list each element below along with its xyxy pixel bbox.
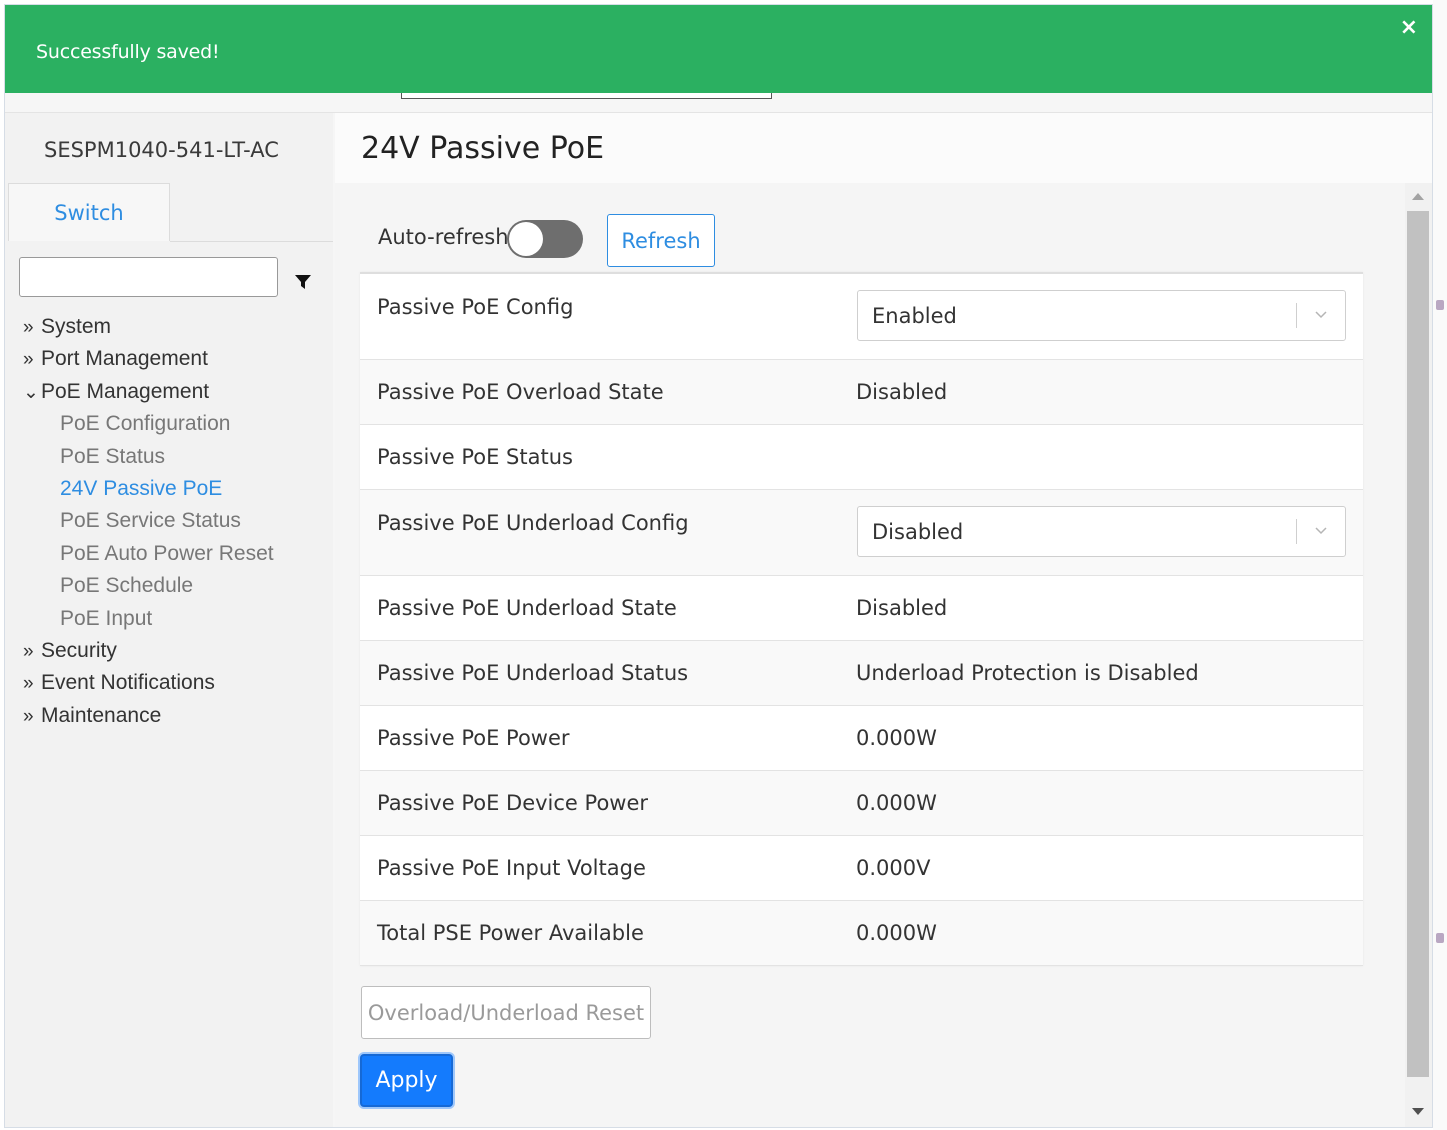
double-chevron-right-icon: » bbox=[23, 705, 34, 727]
filter-input[interactable] bbox=[19, 257, 278, 297]
sidebar-item-label: System bbox=[41, 315, 112, 338]
tab-divider bbox=[170, 241, 333, 242]
row-value: Disabled bbox=[856, 596, 948, 620]
row-label: Passive PoE Underload State bbox=[377, 596, 677, 620]
sidebar-item-24v-passive-poe[interactable]: 24V Passive PoE bbox=[23, 473, 274, 505]
table-row: Passive PoE Device Power 0.000W bbox=[360, 771, 1363, 836]
select-dropdown[interactable]: Disabled bbox=[857, 506, 1346, 557]
double-chevron-right-icon: » bbox=[23, 317, 34, 338]
sidebar-item-system[interactable]: » System bbox=[23, 311, 274, 343]
double-chevron-right-icon: » bbox=[23, 673, 34, 695]
success-toast: Successfully saved! × bbox=[5, 5, 1432, 93]
sidebar-item-poe-auto-power-reset[interactable]: PoE Auto Power Reset bbox=[23, 538, 274, 570]
sidebar-item-label: PoE Configuration bbox=[60, 412, 231, 436]
main-content: Auto-refresh Refresh Passive PoE Config E… bbox=[335, 183, 1405, 1127]
table-row: Passive PoE Status bbox=[360, 425, 1363, 490]
row-value: Underload Protection is Disabled bbox=[856, 661, 1199, 685]
sidebar-item-label: PoE Input bbox=[60, 606, 153, 630]
select-value: Enabled bbox=[872, 304, 957, 328]
apply-button[interactable]: Apply bbox=[360, 1054, 453, 1107]
table-row: Passive PoE Underload Config Disabled bbox=[360, 490, 1363, 576]
table-row: Total PSE Power Available 0.000W bbox=[360, 901, 1363, 966]
main-header: 24V Passive PoE bbox=[335, 113, 1432, 183]
sidebar-item-label: Security bbox=[41, 638, 117, 662]
row-label: Passive PoE Overload State bbox=[377, 380, 664, 404]
sidebar-item-label: PoE Auto Power Reset bbox=[60, 541, 274, 565]
toggle-knob bbox=[509, 222, 543, 256]
chevron-down-icon bbox=[1315, 527, 1327, 535]
toast-message: Successfully saved! bbox=[36, 41, 220, 63]
sidebar-item-label: 24V Passive PoE bbox=[60, 476, 223, 500]
tab-switch[interactable]: Switch bbox=[8, 183, 170, 241]
scroll-up-arrow-icon[interactable] bbox=[1412, 193, 1424, 200]
sidebar: SESPM1040-541-LT-AC Switch » System » Port … bbox=[5, 113, 333, 1127]
sidebar-item-label: Port Management bbox=[41, 347, 208, 371]
select-dropdown[interactable]: Enabled bbox=[857, 290, 1346, 341]
row-label: Passive PoE Power bbox=[377, 726, 570, 750]
table-row: Passive PoE Config Enabled bbox=[360, 274, 1363, 360]
edge-marker bbox=[1436, 933, 1444, 943]
sidebar-item-label: Maintenance bbox=[41, 703, 162, 727]
sidebar-item-label: PoE Service Status bbox=[60, 509, 241, 533]
refresh-button[interactable]: Refresh bbox=[607, 214, 715, 267]
settings-table: Passive PoE Config Enabled Passive PoE Ove… bbox=[360, 272, 1363, 966]
row-value: 0.000W bbox=[856, 726, 937, 750]
row-value: 0.000W bbox=[856, 791, 937, 815]
row-label: Passive PoE Input Voltage bbox=[377, 856, 646, 880]
sidebar-item-poe-configuration[interactable]: PoE Configuration bbox=[23, 408, 274, 440]
edge-marker bbox=[1436, 300, 1444, 310]
sidebar-item-label: PoE Management bbox=[41, 379, 210, 403]
select-divider bbox=[1296, 303, 1297, 328]
select-divider bbox=[1296, 519, 1297, 544]
row-label: Passive PoE Underload Config bbox=[377, 511, 689, 535]
sidebar-item-label: PoE Status bbox=[60, 444, 166, 468]
table-row: Passive PoE Power 0.000W bbox=[360, 706, 1363, 771]
sidebar-item-poe-service-status[interactable]: PoE Service Status bbox=[23, 505, 274, 537]
sidebar-item-port-management[interactable]: » Port Management bbox=[23, 343, 274, 375]
scroll-thumb[interactable] bbox=[1407, 211, 1429, 1077]
table-row: Passive PoE Underload Status Underload Pr… bbox=[360, 641, 1363, 706]
sidebar-item-poe-input[interactable]: PoE Input bbox=[23, 603, 274, 635]
filter-icon[interactable] bbox=[294, 273, 312, 291]
row-label: Passive PoE Config bbox=[377, 295, 574, 319]
sidebar-item-poe-schedule[interactable]: PoE Schedule bbox=[23, 570, 274, 602]
sidebar-item-label: Event Notifications bbox=[41, 671, 215, 695]
row-label: Total PSE Power Available bbox=[377, 921, 644, 945]
row-label: Passive PoE Underload Status bbox=[377, 661, 689, 685]
device-name: SESPM1040-541-LT-AC bbox=[44, 138, 279, 162]
row-label: Passive PoE Status bbox=[377, 445, 573, 469]
close-icon[interactable]: × bbox=[1400, 15, 1418, 40]
double-chevron-right-icon: » bbox=[23, 349, 34, 371]
sidebar-item-label: PoE Schedule bbox=[60, 574, 194, 598]
page-title: 24V Passive PoE bbox=[361, 131, 605, 166]
auto-refresh-label: Auto-refresh bbox=[378, 225, 509, 249]
sidebar-nav: » System» Port Management ⌄PoE Management Po… bbox=[23, 311, 274, 732]
sidebar-item-poe-status[interactable]: PoE Status bbox=[23, 441, 274, 473]
sidebar-item-event-notifications[interactable]: » Event Notifications bbox=[23, 667, 274, 699]
sidebar-item-security[interactable]: » Security bbox=[23, 635, 274, 667]
row-value: 0.000W bbox=[856, 921, 937, 945]
row-label: Passive PoE Device Power bbox=[377, 791, 649, 815]
table-row: Passive PoE Underload State Disabled bbox=[360, 576, 1363, 641]
sidebar-item-poe-management[interactable]: ⌄PoE Management bbox=[23, 376, 274, 408]
row-value: Disabled bbox=[856, 380, 948, 404]
scroll-down-arrow-icon[interactable] bbox=[1412, 1108, 1424, 1115]
page-edge bbox=[1433, 0, 1447, 1130]
row-value: 0.000V bbox=[856, 856, 931, 880]
sidebar-item-maintenance[interactable]: » Maintenance bbox=[23, 700, 274, 732]
table-row: Passive PoE Input Voltage 0.000V bbox=[360, 836, 1363, 901]
auto-refresh-toggle[interactable] bbox=[507, 220, 583, 258]
table-row: Passive PoE Overload State Disabled bbox=[360, 360, 1363, 425]
select-value: Disabled bbox=[872, 520, 964, 544]
overload-underload-reset-button[interactable]: Overload/Underload Reset bbox=[361, 986, 651, 1039]
double-chevron-right-icon: » bbox=[23, 640, 34, 662]
chevron-down-icon: ⌄ bbox=[23, 381, 39, 403]
chevron-down-icon bbox=[1315, 311, 1327, 319]
scrollbar[interactable] bbox=[1405, 183, 1432, 1127]
